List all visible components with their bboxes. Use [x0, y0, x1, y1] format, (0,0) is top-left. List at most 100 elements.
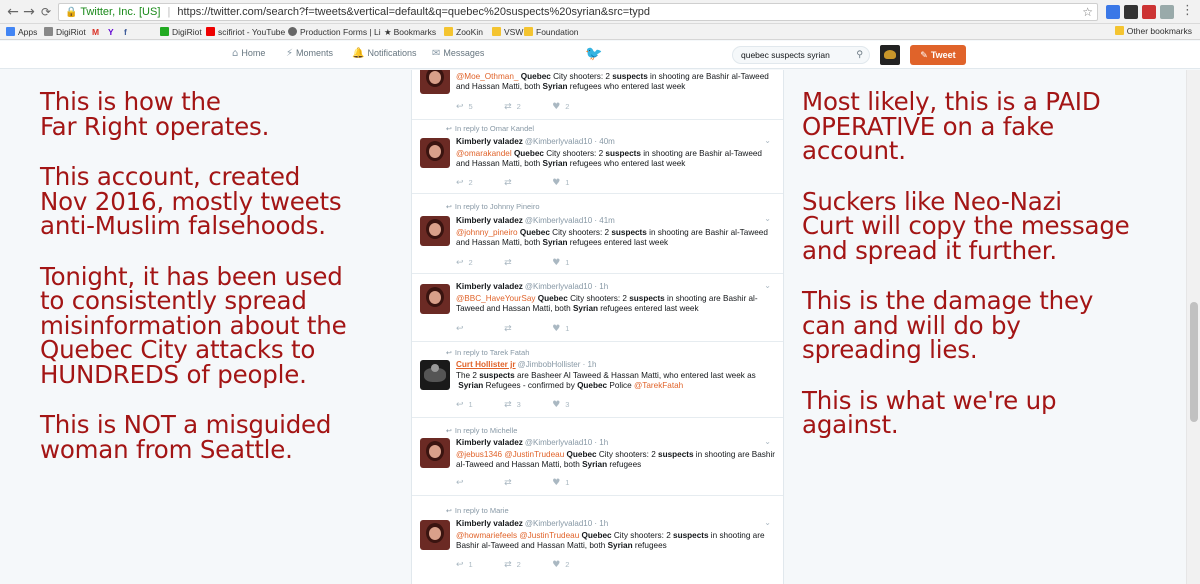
- chevron-down-icon[interactable]: ⌄: [764, 136, 771, 145]
- extension-icon[interactable]: [1142, 5, 1156, 19]
- reply-button[interactable]: ↩ 1: [456, 400, 502, 410]
- retweet-button[interactable]: ⇄: [504, 478, 550, 488]
- retweet-button[interactable]: ⇄: [504, 324, 550, 334]
- bookmark-digiriot[interactable]: DigiRiot: [44, 26, 86, 38]
- menu-dots-icon[interactable]: ⋮: [1181, 3, 1194, 18]
- bookmark-star-icon[interactable]: ☆: [1082, 4, 1093, 20]
- chevron-down-icon[interactable]: ⌄: [764, 281, 771, 290]
- tweet-item[interactable]: ↩ In reply to Johnny Pineiro Kimberly val…: [412, 194, 783, 274]
- reply-context[interactable]: ↩ In reply to Marie: [446, 506, 509, 515]
- retweet-button[interactable]: ⇄ 3: [504, 400, 550, 410]
- like-button[interactable]: ♥ 1: [552, 324, 598, 334]
- tweet-item[interactable]: ↩ In reply to Michelle Kimberly valadez @K…: [412, 418, 783, 496]
- retweet-button[interactable]: ⇄: [504, 258, 550, 268]
- avatar[interactable]: [420, 520, 450, 550]
- bookmark-bookmarks[interactable]: ★ Bookmarks: [384, 26, 436, 38]
- avatar[interactable]: [880, 45, 900, 65]
- reply-context[interactable]: ↩ In reply to Tarek Fatah: [446, 348, 529, 357]
- reply-button[interactable]: ↩: [456, 324, 502, 334]
- twitter-bird-icon[interactable]: 🐦: [585, 46, 602, 62]
- avatar[interactable]: [420, 360, 450, 390]
- bookmark-facebook[interactable]: f: [124, 26, 127, 38]
- tweet-actions: ↩ ⇄ ♥ 1: [456, 478, 598, 488]
- retweet-button[interactable]: ⇄ 2: [504, 560, 550, 570]
- reply-icon: ↩: [456, 560, 464, 570]
- like-button[interactable]: ♥ 1: [552, 478, 598, 488]
- bookmark-foundation[interactable]: Foundation: [524, 26, 579, 38]
- like-button[interactable]: ♥ 2: [552, 102, 598, 112]
- reply-context[interactable]: ↩ In reply to Johnny Pineiro: [446, 202, 540, 211]
- reply-button[interactable]: ↩: [456, 478, 502, 488]
- folder-icon: [524, 27, 533, 36]
- nav-messages[interactable]: ✉ Messages: [432, 48, 484, 59]
- bookmark-youtube[interactable]: scifiriot - YouTube: [206, 26, 285, 38]
- retweet-icon: ⇄: [504, 560, 512, 570]
- reply-button[interactable]: ↩ 2: [456, 178, 502, 188]
- like-button[interactable]: ♥ 1: [552, 178, 598, 188]
- nav-notifications[interactable]: 🔔 Notifications: [352, 48, 416, 59]
- avatar[interactable]: [420, 70, 450, 94]
- reply-icon: ↩: [446, 427, 452, 435]
- bookmark-yahoo[interactable]: Y: [108, 26, 114, 38]
- address-bar[interactable]: 🔒 Twitter, Inc. [US] | https://twitter.c…: [58, 3, 1098, 21]
- nav-home[interactable]: ⌂ Home: [232, 48, 265, 59]
- like-button[interactable]: ♥ 2: [552, 560, 598, 570]
- tweet-item[interactable]: ↩ In reply to Marie Kimberly valadez @Kimb…: [412, 496, 783, 584]
- annotation-paragraph: Tonight, it has been used to consistentl…: [40, 261, 347, 389]
- profile-icon[interactable]: [1160, 5, 1174, 19]
- reply-button[interactable]: ↩ 2: [456, 258, 502, 268]
- reply-context[interactable]: ↩ In reply to Michelle: [446, 426, 517, 435]
- bookmark-vsw[interactable]: VSW: [492, 26, 523, 38]
- bookmark-production-forms[interactable]: Production Forms | Li: [288, 26, 381, 38]
- reply-button[interactable]: ↩ 5: [456, 102, 502, 112]
- page-scrollbar[interactable]: [1186, 70, 1200, 584]
- tweet-actions: ↩ 2 ⇄ ♥ 1: [456, 258, 598, 268]
- tweet-button[interactable]: ✎ Tweet: [910, 45, 966, 65]
- chevron-down-icon[interactable]: ⌄: [764, 437, 771, 446]
- youtube-icon: [206, 27, 215, 36]
- avatar[interactable]: [420, 438, 450, 468]
- tweet-item[interactable]: ↩ In reply to Tarek Fatah Curt Hollister …: [412, 342, 783, 418]
- annotation-paragraph: This account, created Nov 2016, mostly t…: [40, 162, 342, 240]
- search-input[interactable]: quebec suspects syrian ⚲: [732, 46, 870, 64]
- bookmark-digiriot-2[interactable]: DigiRiot: [160, 26, 202, 38]
- tweet-item[interactable]: @Moe_Othman_ Quebec City shooters: 2 sus…: [412, 70, 783, 120]
- heart-icon: ♥: [552, 400, 561, 410]
- folder-icon: [44, 27, 53, 36]
- bookmark-other[interactable]: Other bookmarks: [1114, 26, 1192, 36]
- annotation-left: This is how the Far Right operates. This…: [40, 89, 410, 488]
- tweet-header: Curt Hollister jr @JimbobHollister · 1h: [456, 360, 597, 369]
- retweet-icon: ⇄: [504, 102, 512, 112]
- reply-icon: ↩: [456, 324, 464, 334]
- heart-icon: ♥: [552, 560, 561, 570]
- like-button[interactable]: ♥ 3: [552, 400, 598, 410]
- like-button[interactable]: ♥ 1: [552, 258, 598, 268]
- search-icon[interactable]: ⚲: [856, 47, 863, 63]
- twitter-top-nav: ⌂ Home ⚡ Moments 🔔 Notifications ✉ Messages …: [0, 41, 1200, 69]
- tweet-item[interactable]: Kimberly valadez @Kimberlyvalad10 · 1h ⌄ …: [412, 274, 783, 342]
- reply-context[interactable]: ↩ In reply to Omar Kandel: [446, 124, 534, 133]
- extension-icon[interactable]: [1106, 5, 1120, 19]
- tweet-actions: ↩ 2 ⇄ ♥ 1: [456, 178, 598, 188]
- avatar[interactable]: [420, 284, 450, 314]
- bookmark-apps[interactable]: Apps: [6, 26, 37, 38]
- chevron-down-icon[interactable]: ⌄: [764, 518, 771, 527]
- reload-icon[interactable]: ⟳: [37, 3, 55, 21]
- tweet-actions: ↩ 5 ⇄ 2 ♥ 2: [456, 102, 598, 112]
- forward-arrow-icon[interactable]: →: [20, 3, 38, 21]
- retweet-button[interactable]: ⇄ 2: [504, 102, 550, 112]
- bookmark-gmail[interactable]: M: [92, 26, 99, 38]
- retweet-button[interactable]: ⇄: [504, 178, 550, 188]
- scrollbar-thumb[interactable]: [1190, 302, 1198, 422]
- avatar[interactable]: [420, 138, 450, 168]
- lightning-icon: ⚡: [286, 48, 294, 59]
- reply-icon: ↩: [456, 102, 464, 112]
- extension-icon[interactable]: [1124, 5, 1138, 19]
- avatar[interactable]: [420, 216, 450, 246]
- reply-button[interactable]: ↩ 1: [456, 560, 502, 570]
- tweet-header: Kimberly valadez @Kimberlyvalad10 · 41m: [456, 216, 615, 225]
- tweet-item[interactable]: ↩ In reply to Omar Kandel Kimberly valade…: [412, 120, 783, 194]
- bookmark-zookin[interactable]: ZooKin: [444, 26, 483, 38]
- nav-moments[interactable]: ⚡ Moments: [286, 48, 333, 59]
- chevron-down-icon[interactable]: ⌄: [764, 214, 771, 223]
